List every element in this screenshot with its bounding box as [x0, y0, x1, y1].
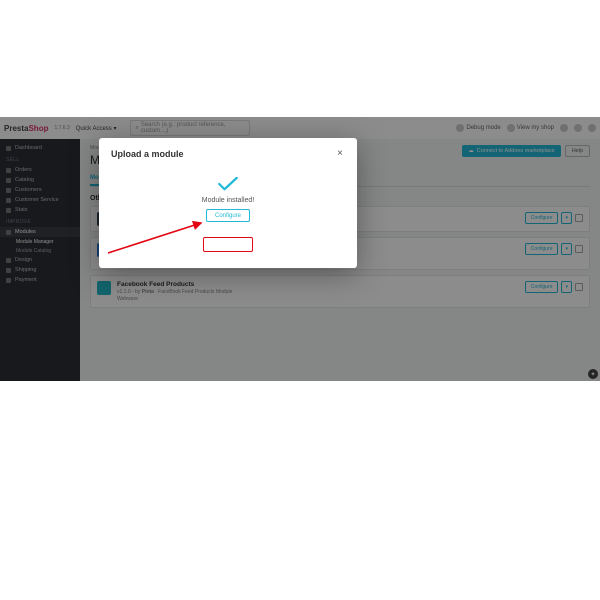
upload-module-modal: Upload a module × Module installed! Conf…: [99, 138, 357, 268]
success-check-icon: [217, 177, 239, 191]
annotation-highlight: [203, 237, 253, 252]
app-root: PrestaShop 1.7.6.3 Quick Access ▾ ⌕ Sear…: [0, 117, 600, 381]
modal-close-button[interactable]: ×: [335, 148, 345, 159]
modal-title: Upload a module: [111, 149, 184, 159]
modal-message: Module installed!: [202, 197, 255, 204]
modal-configure-button[interactable]: Configure: [206, 209, 250, 222]
